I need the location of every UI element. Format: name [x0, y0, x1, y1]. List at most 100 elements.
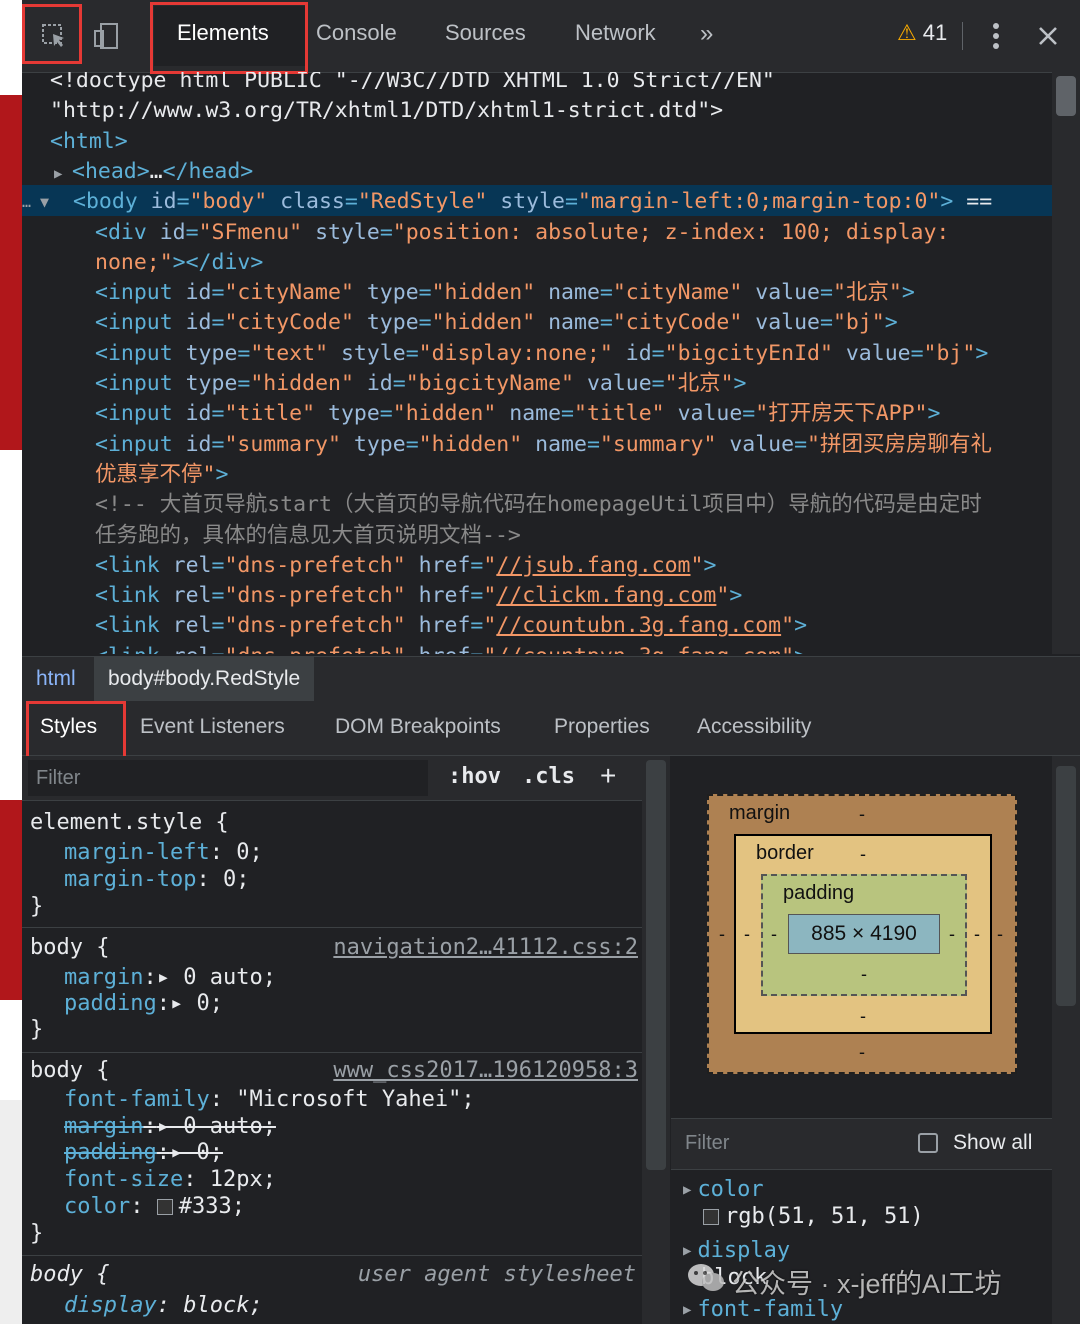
box-model-content[interactable]: 885 × 4190 [788, 914, 940, 954]
dom-node-line[interactable]: <head>…</head> [72, 157, 253, 187]
dom-node-line[interactable]: 任务跑的，具体的信息见大首页说明文档--> [95, 521, 521, 551]
dom-scrollbar[interactable] [1052, 72, 1080, 654]
dom-node-line[interactable]: <!-- 大首页导航start（大首页的导航代码在homepageUtil项目中… [95, 490, 982, 520]
box-model-border[interactable]: border - - - - padding - - - 885 × 4190 [734, 834, 992, 1034]
cls-button[interactable]: .cls [522, 764, 575, 789]
highlight-box-inspect [22, 4, 82, 64]
dom-node-line[interactable]: <!doctype html PUBLIC "-//W3C//DTD XHTML… [50, 72, 775, 96]
computed-item-color[interactable]: ▶ color [683, 1175, 764, 1205]
prop-name[interactable]: margin [64, 965, 143, 990]
dom-node-line[interactable]: <link rel="dns-prefetch" href="//clickm.… [95, 581, 742, 611]
computed-prop-name: display [697, 1238, 791, 1263]
show-all-checkbox[interactable] [918, 1133, 938, 1153]
expand-triangle-icon[interactable]: ▶ [54, 159, 62, 189]
tab-network[interactable]: Network [575, 20, 656, 46]
warning-count: 41 [922, 20, 948, 45]
box-model-padding[interactable]: padding - - - 885 × 4190 [761, 874, 967, 996]
dom-node-line[interactable]: <input id="title" type="hidden" name="ti… [95, 399, 940, 429]
dom-node-line[interactable]: <input id="cityCode" type="hidden" name=… [95, 308, 898, 338]
dom-node-line[interactable]: <div id="SFmenu" style="position: absolu… [95, 218, 949, 248]
tab-console[interactable]: Console [316, 20, 397, 46]
dom-node-line[interactable]: <link rel="dns-prefetch" href="//countub… [95, 611, 807, 641]
border-bottom-value: - [860, 1006, 866, 1026]
dom-node-line[interactable]: <link rel="dns-prefetch" href="//countpv… [95, 642, 807, 654]
prop-value: block [183, 1293, 250, 1318]
tab-event-listeners[interactable]: Event Listeners [140, 715, 285, 739]
prop-name[interactable]: margin-top [64, 867, 196, 892]
prop-name[interactable]: font-size [64, 1167, 183, 1192]
breadcrumb-body[interactable]: body#body.RedStyle [94, 657, 315, 701]
prop-value[interactable]: 0 [223, 867, 236, 892]
dom-node-line[interactable]: <input type="hidden" id="bigcityName" va… [95, 369, 746, 399]
border-top-value: - [860, 844, 866, 864]
rule-body-css2017: body { www_css2017…196120958:3 font-fami… [22, 1053, 642, 1256]
prop-name-overridden[interactable]: padding [64, 1140, 157, 1165]
padding-right-value: - [949, 924, 955, 944]
warnings-counter[interactable]: ⚠ 41 [897, 20, 947, 46]
tab-sources[interactable]: Sources [445, 20, 526, 46]
hov-button[interactable]: :hov [448, 764, 501, 789]
prop-name[interactable]: padding [64, 991, 157, 1016]
styles-filter-bar: Filter :hov .cls + [22, 756, 642, 801]
prop-value[interactable]: ▸ 0 [170, 991, 210, 1016]
prop-name[interactable]: color [64, 1194, 130, 1219]
margin-right-value: - [997, 924, 1003, 944]
highlight-box-elements [150, 2, 308, 74]
breadcrumb: html body#body.RedStyle [22, 656, 1080, 702]
padding-label: padding [783, 882, 855, 904]
computed-filter-bar: Filter Show all [671, 1118, 1052, 1170]
dom-tree[interactable]: <!doctype html PUBLIC "-//W3C//DTD XHTML… [22, 72, 1052, 654]
dom-node-line[interactable]: <input type="text" style="display:none;"… [95, 339, 988, 369]
prop-value-overridden[interactable]: ▸ 0 auto [157, 1114, 263, 1139]
add-rule-icon[interactable]: + [600, 760, 616, 792]
rule-body-navigation: body { navigation2…41112.css:2 margin:▸ … [22, 928, 642, 1053]
device-toolbar-icon[interactable] [86, 16, 126, 56]
color-swatch[interactable] [156, 1199, 173, 1215]
dom-node-line[interactable]: <link rel="dns-prefetch" href="//jsub.fa… [95, 551, 716, 581]
rule-selector: element.style { [30, 810, 229, 835]
box-model-margin[interactable]: margin - - - - border - - - - padding - … [707, 794, 1017, 1074]
close-icon[interactable] [1028, 16, 1068, 56]
color-swatch [703, 1209, 719, 1225]
dom-node-line[interactable]: <input id="summary" type="hidden" name="… [95, 430, 992, 460]
border-label: border [756, 842, 814, 864]
border-right-value: - [974, 924, 980, 944]
rule-body-user-agent: body { user agent stylesheet display: bl… [30, 1262, 636, 1318]
styles-pane: element.style { margin-left: 0; margin-t… [22, 801, 642, 1324]
box-model: margin - - - - border - - - - padding - … [671, 756, 1052, 1116]
tab-accessibility[interactable]: Accessibility [697, 715, 811, 739]
show-all-label: Show all [953, 1131, 1033, 1154]
more-tabs-icon[interactable]: » [700, 20, 713, 48]
dom-node-line[interactable]: none;"></div> [95, 248, 263, 278]
computed-filter-input[interactable]: Filter [685, 1132, 729, 1155]
prop-value[interactable]: "Microsoft Yahei" [236, 1087, 461, 1112]
styles-scrollbar[interactable] [642, 756, 670, 1324]
prop-name[interactable]: font-family [64, 1087, 210, 1112]
breadcrumb-html[interactable]: html [36, 667, 76, 691]
dom-node-line[interactable]: 优惠享不停"> [95, 460, 228, 490]
rule-selector: body { [30, 1058, 110, 1083]
prop-value-overridden[interactable]: ▸ 0 [170, 1140, 210, 1165]
kebab-menu-icon[interactable] [976, 16, 1016, 56]
tab-dom-breakpoints[interactable]: DOM Breakpoints [335, 715, 501, 739]
rule-source-link[interactable]: navigation2…41112.css:2 [333, 934, 638, 961]
rule-source-link[interactable]: www_css2017…196120958:3 [333, 1057, 638, 1084]
dom-node-line[interactable]: <body id="body" class="RedStyle" style="… [73, 187, 992, 217]
prop-value[interactable]: ▸ 0 auto [157, 965, 263, 990]
dom-node-line[interactable]: <html> [50, 127, 128, 157]
prop-value[interactable]: #333 [179, 1194, 232, 1219]
dom-node-line[interactable]: "http://www.w3.org/TR/xhtml1/DTD/xhtml1-… [50, 96, 723, 126]
dom-node-line[interactable]: <input id="cityName" type="hidden" name=… [95, 278, 915, 308]
prop-name[interactable]: margin-left [64, 840, 210, 865]
computed-scrollbar[interactable] [1052, 756, 1080, 1324]
styles-filter-input[interactable]: Filter [28, 760, 428, 796]
collapse-triangle-icon[interactable]: … ▼ [22, 187, 49, 217]
tab-properties[interactable]: Properties [554, 715, 650, 739]
prop-name: display [64, 1293, 157, 1318]
margin-left-value: - [719, 924, 725, 944]
padding-bottom-value: - [861, 964, 867, 984]
prop-value[interactable]: 12px [210, 1167, 263, 1192]
prop-value[interactable]: 0 [236, 840, 249, 865]
prop-name-overridden[interactable]: margin [64, 1114, 143, 1139]
watermark-text: 公众号 · x-jeff的AI工坊 [732, 1269, 1002, 1299]
